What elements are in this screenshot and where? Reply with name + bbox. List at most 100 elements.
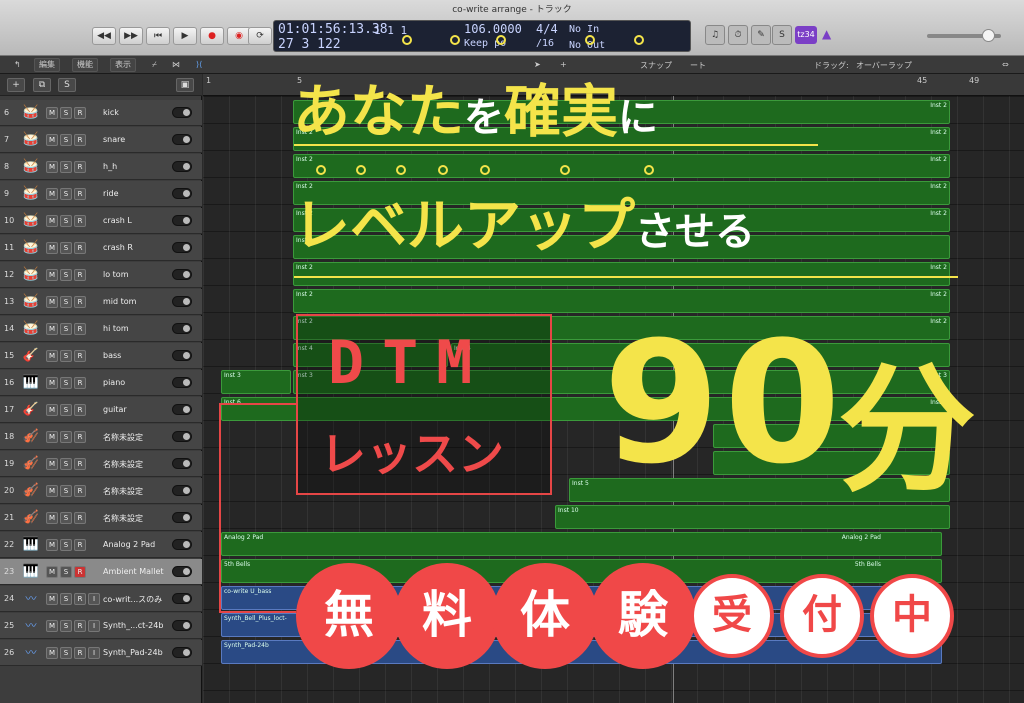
record-enable-button[interactable]: R [74,161,86,173]
track-name[interactable]: kick [103,108,119,117]
track-name[interactable]: hi tom [103,324,129,333]
record-enable-button[interactable]: R [74,539,86,551]
global-solo-button[interactable]: S [58,78,76,92]
record-enable-button[interactable]: R [74,323,86,335]
track-on-off-toggle[interactable] [172,188,192,199]
solo-button[interactable]: S [60,188,72,200]
track-row[interactable]: 12 🥁 M S Rlo tom [0,262,202,288]
track-row[interactable]: 14 🥁 M S Rhi tom [0,316,202,342]
track-row[interactable]: 8 🥁 M S Rh_h [0,154,202,180]
solo-button[interactable]: S [60,404,72,416]
record-enable-button[interactable]: R [74,134,86,146]
mute-button[interactable]: M [46,593,58,605]
solo-button[interactable]: S [60,215,72,227]
mute-button[interactable]: M [46,242,58,254]
mute-button[interactable]: M [46,350,58,362]
track-on-off-toggle[interactable] [172,269,192,280]
record-enable-button[interactable]: R [74,512,86,524]
track-name[interactable]: piano [103,378,125,387]
record-enable-button[interactable]: R [74,188,86,200]
solo-button[interactable]: S [60,458,72,470]
track-on-off-toggle[interactable] [172,566,192,577]
record-enable-button[interactable]: R [74,593,86,605]
input-monitor-button[interactable]: I [88,620,100,632]
track-name[interactable]: 名称未設定 [103,513,143,524]
mute-button[interactable]: M [46,647,58,659]
track-name[interactable]: guitar [103,405,127,414]
solo-button[interactable]: S [60,323,72,335]
record-enable-button[interactable]: R [74,620,86,632]
back-icon[interactable]: ↰ [14,60,21,69]
track-row[interactable]: 18 🎻 M S R 名称未設定 [0,424,202,450]
track-on-off-toggle[interactable] [172,323,192,334]
mute-button[interactable]: M [46,134,58,146]
midi-region[interactable]: Analog 2 Pad Analog 2 Pad [221,532,942,556]
mute-button[interactable]: M [46,431,58,443]
track-row[interactable]: 6 🥁 M S Rkick [0,100,202,126]
solo-button[interactable]: S [60,647,72,659]
mute-button[interactable]: M [46,458,58,470]
track-on-off-toggle[interactable] [172,593,192,604]
track-name[interactable]: ride [103,189,119,198]
track-name[interactable]: co-writ...スのみ [103,594,162,605]
track-name[interactable]: snare [103,135,125,144]
track-row[interactable]: 22 🎹 M S R Analog 2 Pad [0,532,202,558]
track-row[interactable]: 23 🎹 M S R Ambient Mallet [0,559,202,585]
track-row[interactable]: 21 🎻 M S R 名称未設定 [0,505,202,531]
record-enable-button[interactable]: R [74,296,86,308]
mute-button[interactable]: M [46,485,58,497]
track-name[interactable]: 名称未設定 [103,486,143,497]
track-name[interactable]: Synth_...ct-24b [103,621,163,630]
track-on-off-toggle[interactable] [172,296,192,307]
track-row[interactable]: 17 🎸 M S Rguitar [0,397,202,423]
midi-region[interactable]: Inst 2 Inst 2 [293,262,950,286]
track-row[interactable]: 25 〰 M S R I Synth_...ct-24b [0,613,202,639]
solo-button[interactable]: S [60,377,72,389]
record-enable-button[interactable]: R [74,404,86,416]
record-enable-button[interactable]: R [74,215,86,227]
solo-button[interactable]: S [60,485,72,497]
record-enable-button[interactable]: R [74,350,86,362]
track-on-off-toggle[interactable] [172,485,192,496]
cycle-button[interactable]: ⟳ [248,27,272,45]
track-on-off-toggle[interactable] [172,404,192,415]
record-enable-button[interactable]: R [74,431,86,443]
track-row[interactable]: 13 🥁 M S Rmid tom [0,289,202,315]
zoom-icon[interactable]: ⇔ [1002,60,1009,69]
mute-button[interactable]: M [46,512,58,524]
solo-button[interactable]: S [60,539,72,551]
track-options-button[interactable]: ▣ [176,78,194,92]
catch-icon[interactable]: ⟩⟨ [196,60,202,69]
track-name[interactable]: bass [103,351,121,360]
mute-button[interactable]: M [46,566,58,578]
rewind-button[interactable]: ◀◀ [92,27,116,45]
track-on-off-toggle[interactable] [172,134,192,145]
automation-icon[interactable]: ⌿ [152,60,157,70]
solo-button[interactable]: S [60,242,72,254]
track-on-off-toggle[interactable] [172,620,192,631]
record-enable-button[interactable]: R [74,269,86,281]
record-enable-button[interactable]: R [74,458,86,470]
snap-value[interactable]: ート [690,60,706,71]
track-on-off-toggle[interactable] [172,431,192,442]
pencil-icon[interactable]: ✎ [751,25,771,45]
track-on-off-toggle[interactable] [172,161,192,172]
go-to-start-button[interactable]: ⏮ [146,27,170,45]
record-enable-button[interactable]: R [74,377,86,389]
add-track-button[interactable]: + [7,78,25,92]
count-in-badge[interactable]: tz34 [795,26,817,44]
track-on-off-toggle[interactable] [172,242,192,253]
track-on-off-toggle[interactable] [172,458,192,469]
drag-mode-value[interactable]: オーバーラップ [856,60,912,71]
record-enable-button[interactable]: R [74,647,86,659]
midi-region[interactable]: Inst 3 [221,370,291,394]
track-on-off-toggle[interactable] [172,539,192,550]
solo-button[interactable]: S [60,512,72,524]
track-on-off-toggle[interactable] [172,215,192,226]
track-name[interactable]: h_h [103,162,117,171]
track-row[interactable]: 19 🎻 M S R 名称未設定 [0,451,202,477]
mute-button[interactable]: M [46,107,58,119]
track-name[interactable]: crash L [103,216,132,225]
tuner-icon[interactable]: ♫ [705,25,725,45]
function-menu[interactable]: 機能 [72,58,98,72]
